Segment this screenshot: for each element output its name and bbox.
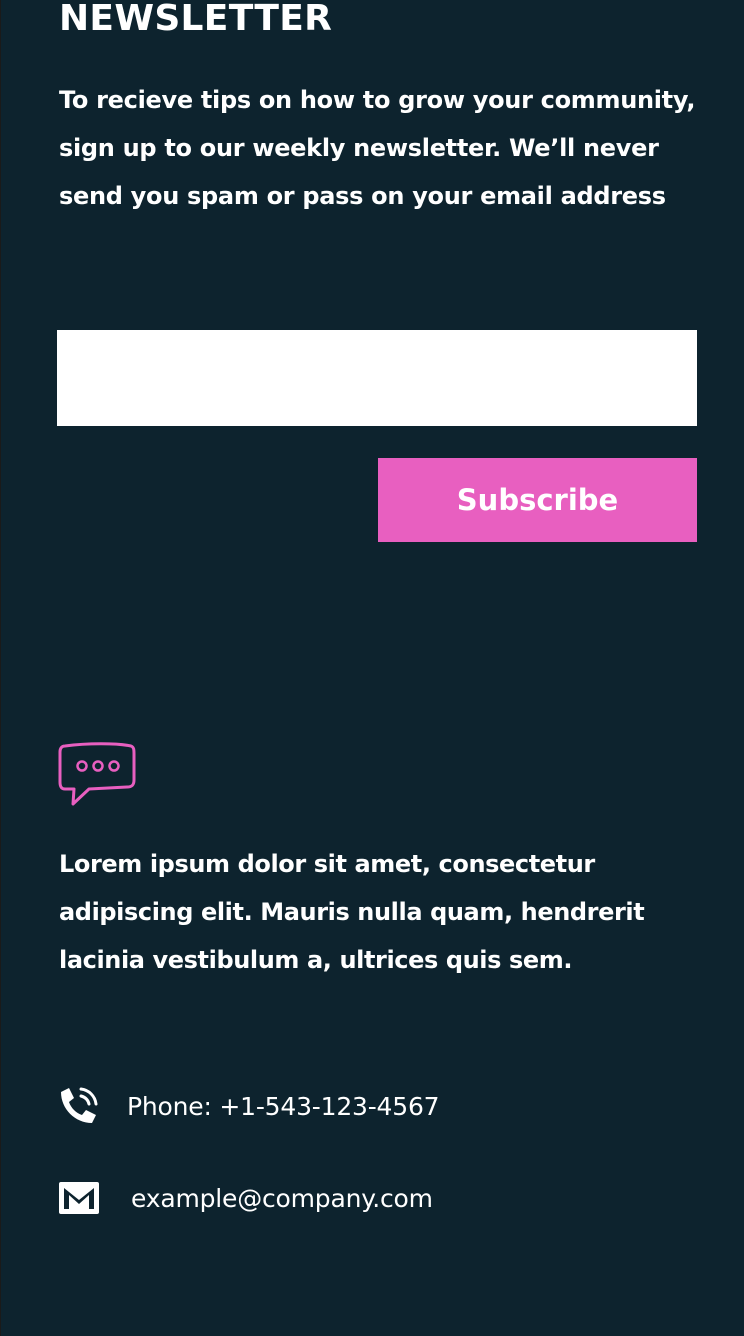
mail-icon <box>59 1182 99 1214</box>
phone-text: Phone: +1-543-123-4567 <box>127 1091 440 1121</box>
email-contact[interactable]: example@company.com <box>57 1178 433 1218</box>
newsletter-intro: To recieve tips on how to grow your comm… <box>59 86 696 210</box>
newsletter-section: NEWSLETTER To recieve tips on how to gro… <box>0 0 744 1336</box>
newsletter-title: NEWSLETTER <box>59 0 333 39</box>
email-input[interactable] <box>57 330 697 426</box>
description-text: Lorem ipsum dolor sit amet, consectetur … <box>59 850 645 974</box>
phone-icon <box>61 1087 98 1123</box>
chat-bubble-icon <box>58 742 136 806</box>
email-text: example@company.com <box>131 1183 433 1213</box>
subscribe-button[interactable]: Subscribe <box>378 458 697 542</box>
phone-contact[interactable]: Phone: +1-543-123-4567 <box>57 1086 440 1126</box>
